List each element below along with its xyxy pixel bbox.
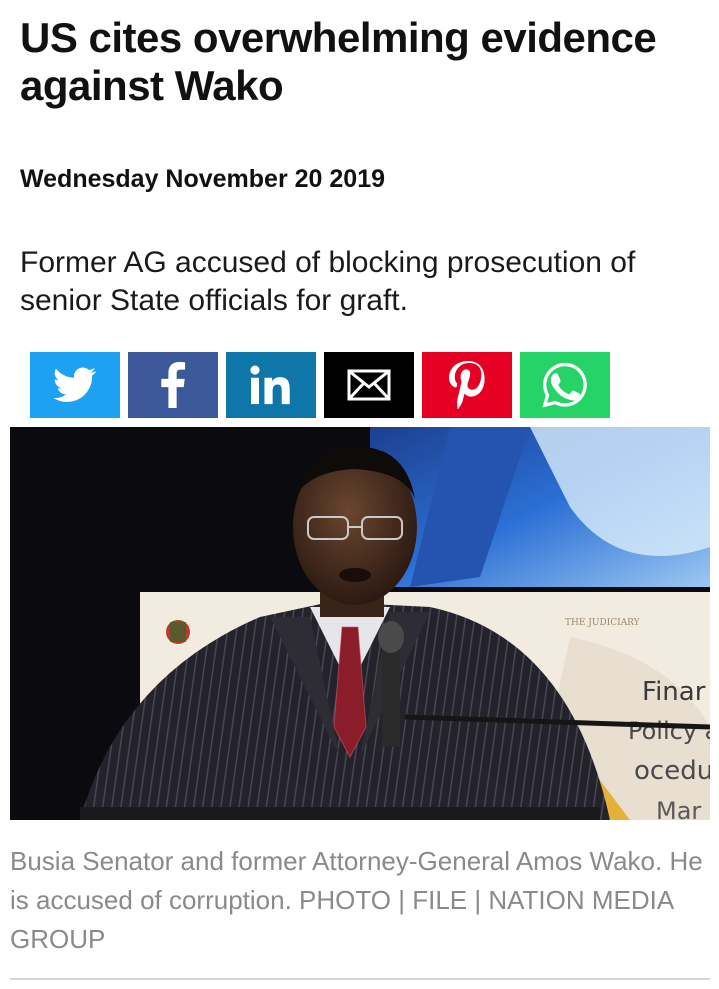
backdrop-text-line3: oceduı [634,756,710,786]
share-whatsapp-button[interactable] [520,352,610,418]
section-divider [10,978,710,980]
share-email-button[interactable] [324,352,414,418]
backdrop-text-line4: Mar [656,797,701,820]
share-facebook-button[interactable] [128,352,218,418]
share-pinterest-button[interactable] [422,352,512,418]
backdrop-text-line2: Policy a [628,717,710,745]
speaker-photo-illustration: THE JUDICIARY Finar Policy a oceduı Mar [10,427,710,820]
article-date: Wednesday November 20 2019 [20,165,386,193]
twitter-bird-icon [53,367,97,402]
envelope-icon [347,369,391,401]
share-linkedin-button[interactable] [226,352,316,418]
facebook-f-icon [161,362,186,408]
share-bar [30,352,610,418]
article-photo: THE JUDICIARY Finar Policy a oceduı Mar [10,427,710,820]
backdrop-institution-text: THE JUDICIARY [565,618,641,628]
pinterest-p-icon [449,361,485,409]
article-summary: Former AG accused of blocking prosecutio… [20,246,636,317]
article-headline: US cites overwhelming evidence against W… [20,14,657,109]
linkedin-in-icon [250,365,290,405]
photo-caption: Busia Senator and former Attorney-Genera… [10,846,703,954]
whatsapp-icon [542,362,587,408]
share-twitter-button[interactable] [30,352,120,418]
backdrop-text-line1: Finar [642,677,706,707]
article-page: US cites overwhelming evidence against W… [0,0,719,989]
